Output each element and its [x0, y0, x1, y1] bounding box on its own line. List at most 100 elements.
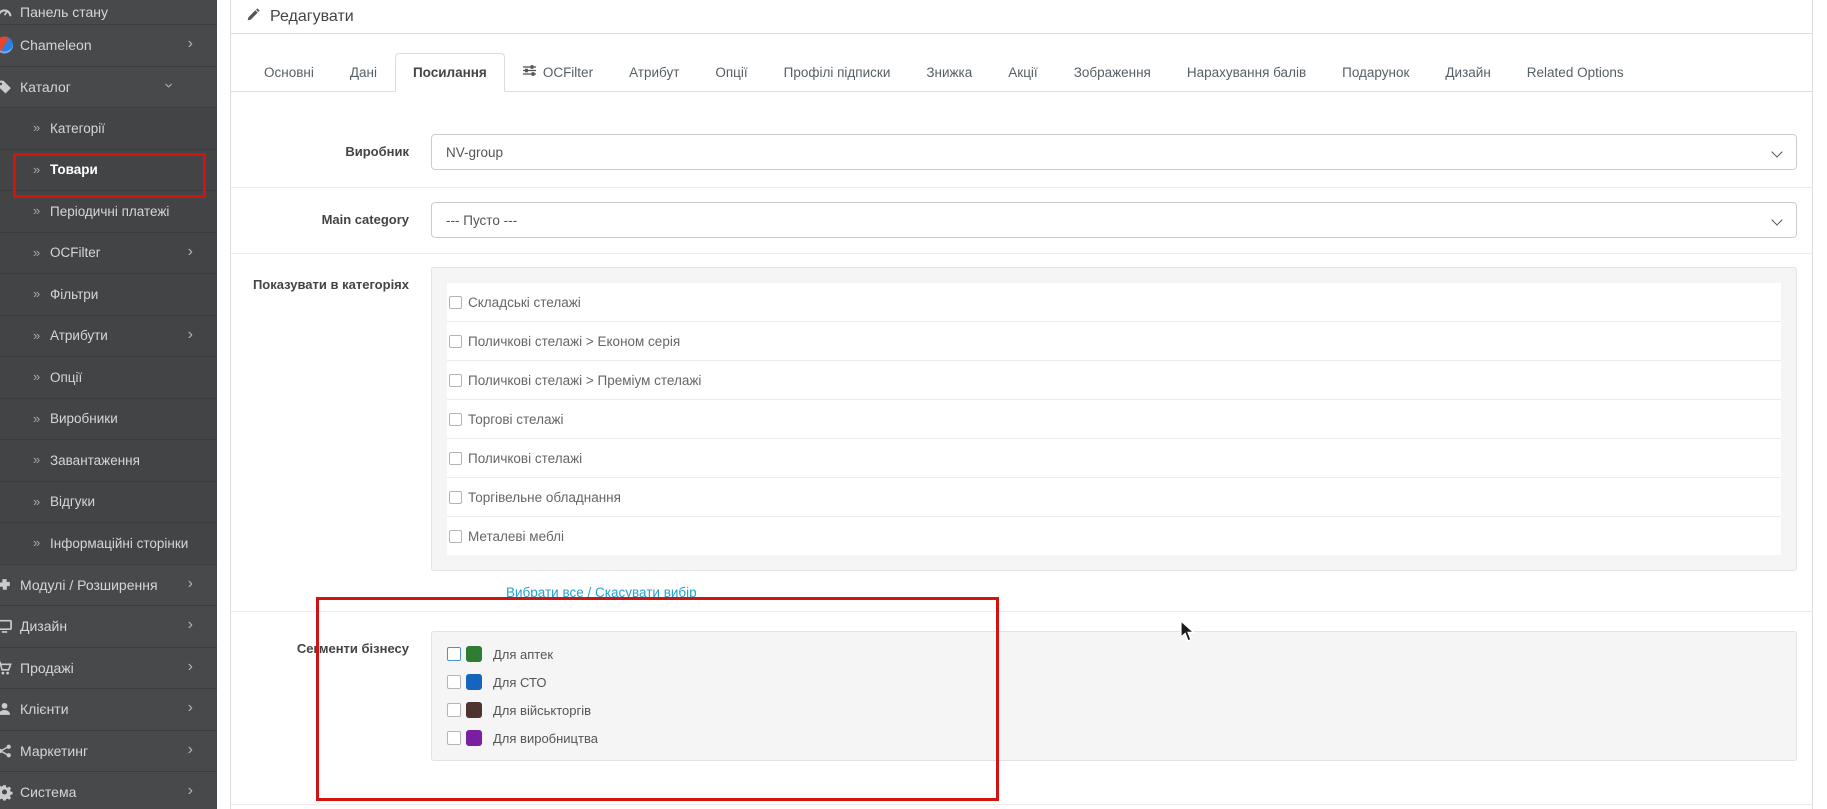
sidebar-item[interactable]: » Опції: [0, 356, 217, 398]
checkbox[interactable]: [449, 451, 462, 465]
tab-опції[interactable]: Опції: [697, 53, 765, 92]
segment-row[interactable]: Для аптек: [447, 640, 1781, 668]
category-row[interactable]: Поличкові стелажі > Преміум стелажі: [447, 361, 1781, 400]
tab-посилання[interactable]: Посилання: [394, 53, 505, 92]
tab-основні[interactable]: Основні: [246, 53, 332, 92]
tab-label: Профілі підписки: [783, 65, 891, 80]
sidebar-item[interactable]: Дизайн ›: [0, 605, 217, 647]
sidebar-item[interactable]: Клієнти ›: [0, 688, 217, 730]
segment-row[interactable]: Для виробництва: [447, 724, 1781, 752]
form-group-segments: Сегменти бізнесу Для аптек Для СТО Для вій…: [231, 612, 1812, 805]
checkbox[interactable]: [449, 490, 462, 504]
sliders-icon: [522, 64, 536, 80]
sidebar-item[interactable]: Каталог ›: [0, 65, 217, 107]
segment-row[interactable]: Для військторгів: [447, 696, 1781, 724]
checkbox[interactable]: [449, 295, 462, 309]
double-angle-icon: »: [33, 535, 41, 551]
select-all-link[interactable]: Вибрати все: [506, 585, 584, 600]
manufacturer-select[interactable]: NV-group: [431, 134, 1797, 170]
tab-дизайн[interactable]: Дизайн: [1427, 53, 1508, 92]
checkbox[interactable]: [447, 731, 461, 745]
sidebar-item[interactable]: » Товари: [0, 148, 217, 190]
checkbox[interactable]: [449, 373, 462, 387]
chevron-right-icon: ›: [187, 782, 193, 800]
sidebar-item[interactable]: » Відгуки: [0, 480, 217, 522]
gear-icon: [0, 784, 13, 802]
sidebar-item[interactable]: Модулі / Розширення ›: [0, 563, 217, 605]
sidebar-item-label: Завантаження: [50, 452, 140, 468]
sidebar-item-label: Маркетинг: [20, 742, 89, 759]
sidebar-item[interactable]: Продажі ›: [0, 646, 217, 688]
category-label: Складські стелажі: [468, 294, 581, 310]
tab-подарунок[interactable]: Подарунок: [1324, 53, 1427, 92]
double-angle-icon: »: [33, 452, 41, 468]
tab-профілі-підписки[interactable]: Профілі підписки: [766, 53, 909, 92]
sidebar-item[interactable]: Chameleon ›: [0, 24, 217, 66]
category-label: Поличкові стелажі > Преміум стелажі: [468, 372, 702, 388]
tab-label: Посилання: [412, 65, 487, 80]
category-links: Вибрати все / Скасувати вибір: [506, 585, 1797, 600]
tab-зображення[interactable]: Зображення: [1056, 53, 1169, 92]
dashboard-icon: [0, 4, 13, 21]
pencil-icon: [246, 7, 261, 27]
chevron-right-icon: ›: [187, 35, 193, 53]
sidebar-item-label: Опції: [50, 369, 83, 385]
sidebar-item[interactable]: » Завантаження: [0, 439, 217, 481]
tags-icon: [0, 78, 13, 95]
tab-атрибут[interactable]: Атрибут: [611, 53, 697, 92]
tab-label: Подарунок: [1342, 65, 1410, 80]
category-row[interactable]: Складські стелажі: [447, 283, 1781, 322]
share-icon: [0, 742, 13, 759]
sidebar-item[interactable]: » Атрибути ›: [0, 314, 217, 356]
category-row[interactable]: Металеві меблі: [447, 517, 1781, 555]
category-row[interactable]: Поличкові стелажі: [447, 439, 1781, 478]
tab-знижка[interactable]: Знижка: [908, 53, 990, 92]
tab-дані[interactable]: Дані: [332, 53, 395, 92]
category-row[interactable]: Поличкові стелажі > Економ серія: [447, 322, 1781, 361]
sidebar-item[interactable]: Система ›: [0, 771, 217, 809]
tab-label: Опції: [715, 65, 748, 80]
sidebar-item[interactable]: » Інформаційні сторінки: [0, 522, 217, 564]
category-row[interactable]: Торгові стелажі: [447, 400, 1781, 439]
manufacturer-select-value: NV-group: [446, 144, 504, 160]
double-angle-icon: »: [33, 410, 41, 426]
links-separator: /: [583, 585, 596, 600]
sidebar-item-label: Модулі / Розширення: [20, 576, 158, 593]
checkbox[interactable]: [449, 412, 462, 426]
sidebar-item[interactable]: » Категорії: [0, 107, 217, 149]
main-category-select[interactable]: --- Пусто ---: [431, 202, 1797, 238]
sidebar-item[interactable]: » Фільтри: [0, 273, 217, 315]
sidebar-item-label: Атрибути: [50, 328, 108, 344]
sidebar-item-label: Chameleon: [20, 37, 92, 54]
checkbox[interactable]: [447, 675, 461, 689]
tab-ocfilter[interactable]: OCFilter: [505, 52, 611, 92]
checkbox[interactable]: [449, 334, 462, 348]
sidebar-item[interactable]: Панель стану: [0, 0, 217, 24]
sidebar-item[interactable]: Маркетинг ›: [0, 729, 217, 771]
checkbox[interactable]: [447, 703, 461, 717]
deselect-all-link[interactable]: Скасувати вибір: [595, 585, 697, 600]
mouse-cursor: [1180, 620, 1196, 642]
double-angle-icon: »: [33, 120, 41, 136]
double-angle-icon: »: [33, 244, 41, 260]
segment-row[interactable]: Для СТО: [447, 668, 1781, 696]
tab-акції[interactable]: Акції: [990, 53, 1055, 92]
sidebar-item-label: Фільтри: [50, 286, 99, 302]
tab-label: Дизайн: [1445, 65, 1491, 80]
content-panel: Редагувати Основні Дані Посилання OCFilter А…: [230, 0, 1813, 809]
sidebar-item-label: Відгуки: [50, 494, 96, 510]
sidebar-item[interactable]: » OCFilter ›: [0, 231, 217, 273]
sidebar-item-label: Категорії: [50, 120, 106, 136]
tab-related-options[interactable]: Related Options: [1509, 53, 1642, 92]
puzzle-icon: [0, 576, 13, 593]
checkbox[interactable]: [449, 529, 462, 543]
sidebar-item[interactable]: » Періодичні платежі: [0, 190, 217, 232]
segment-label: Для військторгів: [493, 702, 592, 718]
category-row[interactable]: Торгівельне обладнання: [447, 478, 1781, 517]
sidebar-item-label: Періодичні платежі: [50, 203, 170, 219]
monitor-icon: [0, 618, 13, 635]
tab-label: Зображення: [1073, 65, 1151, 80]
tab-нарахування-балів[interactable]: Нарахування балів: [1169, 53, 1324, 92]
sidebar-item[interactable]: » Виробники: [0, 397, 217, 439]
checkbox[interactable]: [447, 647, 461, 661]
